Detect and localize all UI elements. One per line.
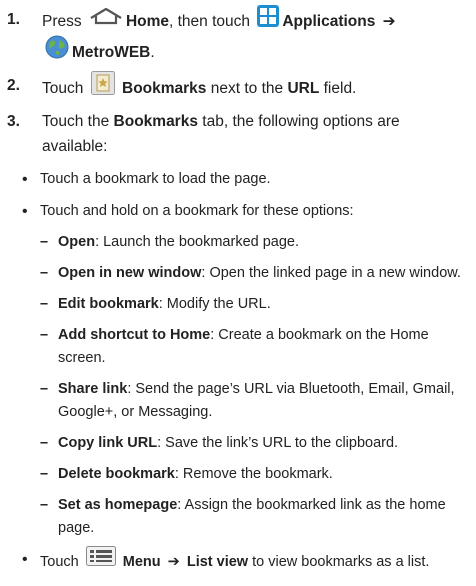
bullet-list: Touch a bookmark to load the page. Touch… (0, 168, 476, 223)
option-item: – Open: Launch the bookmarked page. (0, 231, 476, 254)
dash-marker: – (40, 497, 49, 513)
bullet-text: Touch a bookmark to load the page. (40, 171, 271, 187)
dash-marker: – (40, 381, 49, 397)
list-item: Touch Menu ➔ List view to view bookmarks… (0, 546, 476, 576)
option-label: Open (58, 234, 96, 250)
bullet-list: Touch Menu ➔ List view to view bookmarks… (0, 546, 476, 576)
menu-icon (85, 546, 116, 574)
home-label: Home (125, 13, 170, 31)
applications-label: Applications (282, 13, 376, 31)
metroweb-label: MetroWEB (72, 44, 151, 62)
dash-marker: – (40, 435, 49, 451)
bookmarks-label: Bookmarks (122, 80, 207, 98)
option-item: – Set as homepage: Assign the bookmarked… (0, 494, 476, 540)
option-label: Add shortcut to Home (58, 327, 211, 343)
option-desc: : Modify the URL. (158, 296, 271, 312)
bookmarks-tab-label: Bookmarks (113, 113, 198, 130)
step-text: Touch (42, 80, 84, 98)
dash-marker: – (40, 265, 49, 281)
option-label: Share link (58, 381, 128, 397)
bullet-text: Touch and hold on a bookmark for these o… (40, 203, 354, 219)
option-label: Delete bookmark (58, 466, 175, 482)
option-item: – Open in new window: Open the linked pa… (0, 262, 476, 285)
option-desc: : Launch the bookmarked page. (95, 234, 300, 250)
option-desc: : Remove the bookmark. (174, 466, 333, 482)
applications-icon (257, 5, 280, 35)
step-text: Touch the (42, 113, 110, 130)
step-text: , then touch (169, 13, 251, 31)
arrow-icon: ➔ (382, 13, 396, 31)
list-item: Touch a bookmark to load the page. (0, 168, 476, 191)
option-label: Copy link URL (58, 435, 158, 451)
list-view-label: List view (186, 553, 249, 570)
step-number: 1. (7, 11, 20, 28)
option-label: Edit bookmark (58, 296, 159, 312)
options-list: – Open: Launch the bookmarked page. – Op… (0, 231, 476, 540)
dash-marker: – (40, 234, 49, 250)
option-item: – Delete bookmark: Remove the bookmark. (0, 463, 476, 486)
menu-label: Menu (122, 553, 161, 570)
option-desc: : Open the linked page in a new window. (201, 265, 461, 281)
option-label: Open in new window (58, 265, 202, 281)
instruction-page: 1. Press Home, then touch Applications ➔ (0, 0, 476, 586)
arrow-icon: ➔ (167, 553, 180, 570)
step-number: 2. (7, 77, 20, 94)
step-text: field. (323, 80, 357, 98)
option-label: Set as homepage (58, 497, 178, 513)
option-item: – Add shortcut to Home: Create a bookmar… (0, 324, 476, 370)
option-item: – Edit bookmark: Modify the URL. (0, 293, 476, 316)
dash-marker: – (40, 296, 49, 312)
bullet-text: Touch (40, 553, 79, 570)
step-2: 2. Touch Bookmarks next to the URL field… (0, 71, 476, 105)
step-text: Press (42, 13, 82, 31)
step-number: 3. (7, 113, 20, 130)
home-icon (89, 7, 123, 33)
dash-marker: – (40, 466, 49, 482)
step-text: next to the (210, 80, 284, 98)
step-3: 3. Touch the Bookmarks tab, the followin… (0, 109, 476, 159)
bookmarks-icon (90, 71, 115, 103)
option-item: – Share link: Send the page’s URL via Bl… (0, 378, 476, 424)
url-label: URL (287, 80, 320, 98)
step-text: . (150, 44, 155, 62)
dash-marker: – (40, 327, 49, 343)
bullet-text: to view bookmarks as a list. (252, 553, 430, 570)
list-item: Touch and hold on a bookmark for these o… (0, 200, 476, 223)
option-desc: : Save the link’s URL to the clipboard. (157, 435, 399, 451)
option-item: – Copy link URL: Save the link’s URL to … (0, 432, 476, 455)
step-1: 1. Press Home, then touch Applications ➔ (0, 5, 476, 69)
globe-icon (45, 35, 69, 67)
